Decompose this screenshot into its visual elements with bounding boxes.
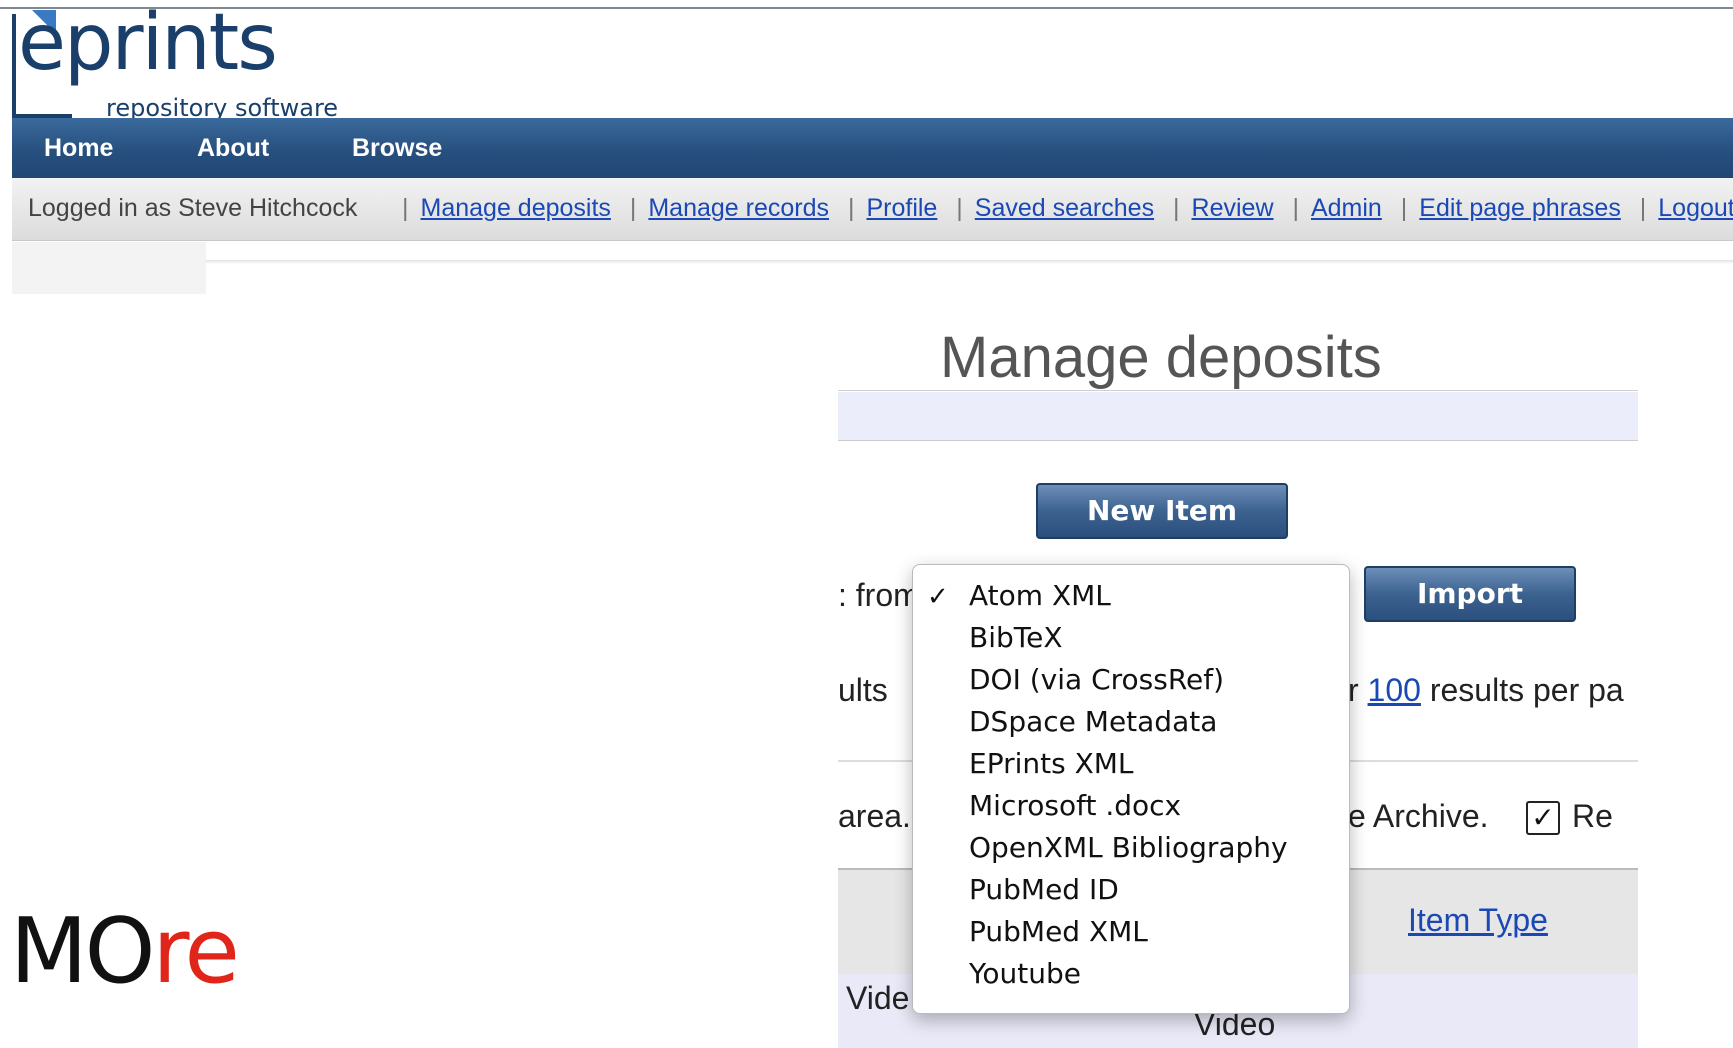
option-youtube[interactable]: Youtube: [969, 957, 1081, 990]
more-logo-red: re: [152, 899, 240, 1004]
results-label: ults: [838, 672, 888, 708]
link-profile[interactable]: Profile: [866, 194, 937, 222]
eprints-logo[interactable]: eprints repository software: [12, 0, 342, 122]
filter-review-label: Re: [1572, 798, 1613, 834]
option-openxml-bibliography[interactable]: OpenXML Bibliography: [969, 831, 1288, 864]
per-page-line: r 100 results per pa: [1348, 672, 1624, 709]
checkmark-icon: ✓: [927, 582, 949, 612]
link-manage-records[interactable]: Manage records: [648, 194, 829, 222]
import-button[interactable]: Import: [1364, 566, 1576, 622]
link-edit-page-phrases[interactable]: Edit page phrases: [1419, 194, 1621, 222]
option-pubmed-id[interactable]: PubMed ID: [969, 873, 1119, 906]
option-eprints-xml[interactable]: EPrints XML: [969, 747, 1134, 780]
main-nav: Home About Browse: [12, 118, 1733, 178]
left-sidebar-panel: [12, 242, 206, 294]
option-atom-xml[interactable]: Atom XML: [969, 579, 1111, 612]
title-divider: [838, 390, 1638, 391]
filter-live-archive-label: e Archive.: [1348, 798, 1489, 834]
option-microsoft-docx[interactable]: Microsoft .docx: [969, 789, 1181, 822]
row-title: Vide: [846, 980, 910, 1016]
nav-home[interactable]: Home: [44, 118, 113, 178]
link-logout[interactable]: Logout: [1658, 194, 1733, 222]
logo-wordmark: eprints: [18, 0, 278, 88]
import-format-dropdown[interactable]: ✓ Atom XML BibTeX DOI (via CrossRef) DSp…: [912, 564, 1350, 1014]
filter-area-label: area.: [838, 798, 911, 834]
new-item-button[interactable]: New Item: [1036, 483, 1288, 539]
link-manage-deposits[interactable]: Manage deposits: [421, 194, 611, 222]
link-admin[interactable]: Admin: [1311, 194, 1382, 222]
link-saved-searches[interactable]: Saved searches: [975, 194, 1154, 222]
per-page-100-link[interactable]: 100: [1368, 672, 1421, 708]
user-toolbar: Logged in as Steve Hitchcock | Manage dep…: [12, 178, 1733, 241]
more-logo-dark: MO: [10, 899, 155, 1004]
content-top-shadow: [206, 260, 1733, 264]
option-bibtex[interactable]: BibTeX: [969, 621, 1063, 654]
logged-in-label: Logged in as Steve Hitchcock: [28, 194, 358, 222]
import-from-label: : from: [838, 577, 920, 613]
link-review[interactable]: Review: [1192, 194, 1274, 222]
more-project-logo: MOre: [10, 899, 240, 1004]
nav-browse[interactable]: Browse: [352, 118, 442, 178]
option-doi-crossref[interactable]: DOI (via CrossRef): [969, 663, 1224, 696]
nav-about[interactable]: About: [197, 118, 269, 178]
info-bar: [838, 392, 1638, 441]
page-title: Manage deposits: [940, 325, 1382, 390]
item-type-column-header[interactable]: Item Type: [1408, 902, 1548, 939]
per-page-suffix: results per pa: [1429, 672, 1624, 708]
review-checkbox[interactable]: ✓: [1526, 801, 1560, 835]
option-dspace-metadata[interactable]: DSpace Metadata: [969, 705, 1217, 738]
user-links: | Manage deposits | Manage records | Profil…: [402, 194, 1733, 222]
option-pubmed-xml[interactable]: PubMed XML: [969, 915, 1148, 948]
